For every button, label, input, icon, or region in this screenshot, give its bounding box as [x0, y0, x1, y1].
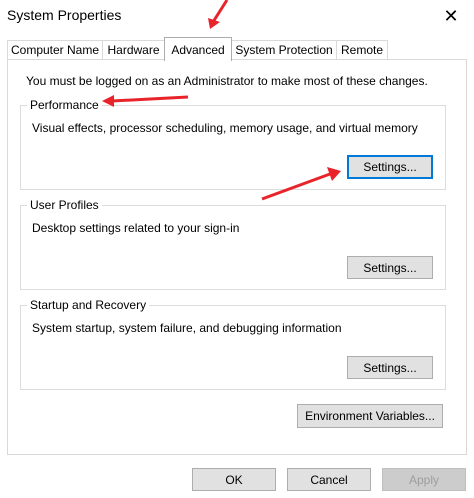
startup-recovery-settings-button[interactable]: Settings...: [347, 356, 433, 379]
tab-label: Hardware: [107, 43, 160, 57]
cancel-button[interactable]: Cancel: [287, 468, 371, 491]
button-label: Settings...: [363, 160, 417, 174]
tab-strip: Computer Name Hardware Advanced System P…: [0, 37, 474, 61]
close-icon: ✕: [443, 5, 459, 26]
annotation-arrow-settings: [261, 167, 341, 201]
tab-system-protection[interactable]: System Protection: [231, 40, 337, 59]
user-profiles-description: Desktop settings related to your sign-in: [32, 221, 240, 235]
performance-settings-button[interactable]: Settings...: [347, 155, 433, 179]
performance-group-title: Performance: [27, 98, 102, 112]
annotation-arrow-down: [208, 0, 229, 29]
startup-recovery-description: System startup, system failure, and debu…: [32, 321, 342, 335]
title-bar: System Properties ✕: [0, 0, 474, 32]
button-label: Cancel: [310, 472, 348, 487]
tab-remote[interactable]: Remote: [336, 40, 388, 59]
button-label: Apply: [408, 472, 440, 487]
user-profiles-group-title: User Profiles: [27, 198, 102, 212]
performance-description: Visual effects, processor scheduling, me…: [32, 121, 418, 135]
annotation-arrow-performance: [102, 95, 189, 107]
close-button[interactable]: ✕: [428, 0, 474, 32]
tab-label: Computer Name: [10, 43, 100, 57]
apply-button[interactable]: Apply: [382, 468, 466, 491]
environment-variables-button[interactable]: Environment Variables...: [297, 404, 443, 428]
tab-label: Remote: [340, 43, 384, 57]
tab-hardware[interactable]: Hardware: [102, 40, 165, 59]
tab-computer-name[interactable]: Computer Name: [7, 40, 103, 59]
button-label: Settings...: [363, 260, 417, 275]
button-label: Settings...: [363, 360, 417, 375]
tab-label: Advanced: [171, 42, 225, 57]
tab-label: System Protection: [235, 43, 333, 57]
ok-button[interactable]: OK: [192, 468, 276, 491]
admin-notice: You must be logged on as an Administrato…: [26, 74, 428, 88]
tab-advanced[interactable]: Advanced: [164, 37, 232, 61]
user-profiles-settings-button[interactable]: Settings...: [347, 256, 433, 279]
button-label: OK: [225, 472, 243, 487]
window-title: System Properties: [7, 7, 122, 23]
button-label: Environment Variables...: [305, 409, 435, 423]
startup-recovery-group-title: Startup and Recovery: [27, 298, 150, 312]
